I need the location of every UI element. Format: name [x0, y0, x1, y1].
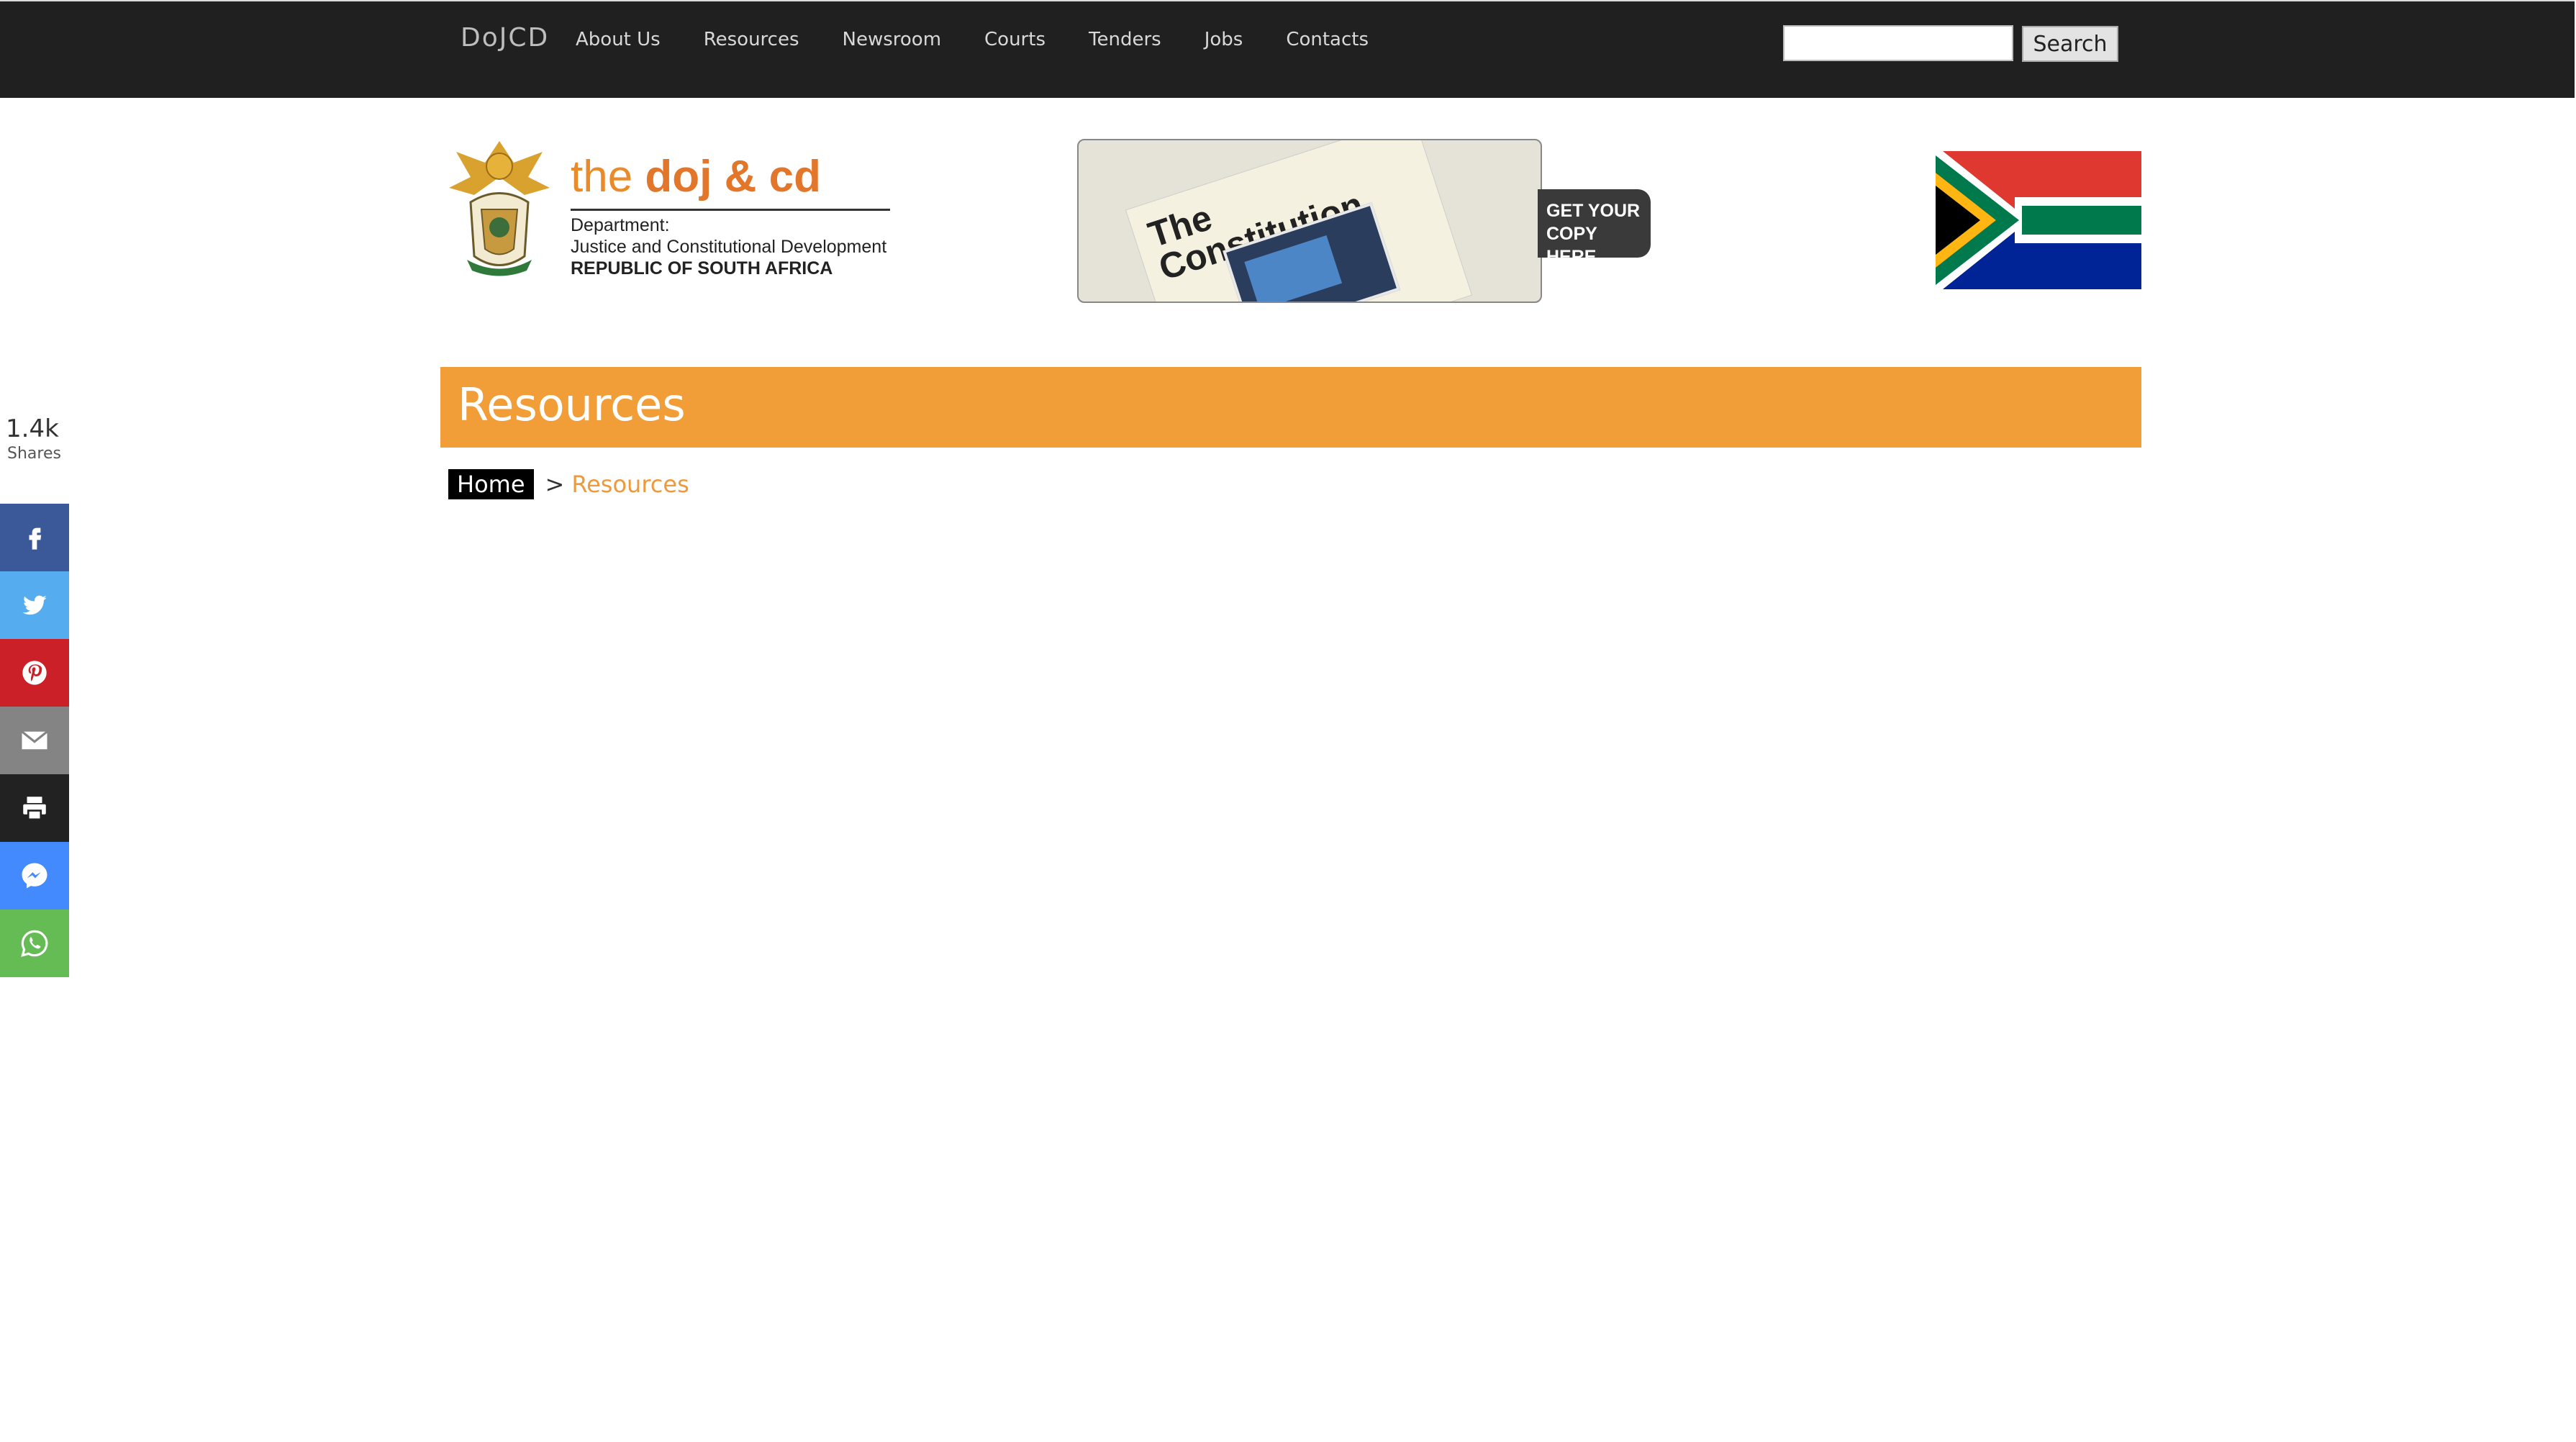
- nav-item-newsroom[interactable]: Newsroom: [843, 29, 942, 50]
- logo-dept-label: Department:: [571, 215, 670, 235]
- main-nav: About Us Resources Newsroom Courts Tende…: [576, 29, 1369, 50]
- nav-item-resources[interactable]: Resources: [704, 29, 799, 50]
- constitution-banner[interactable]: The Constitution: [1077, 139, 1542, 303]
- brand-link[interactable]: DoJCD: [461, 23, 549, 53]
- whatsapp-share-button[interactable]: [0, 910, 69, 977]
- banner-cta-line-2: COPY HERE: [1546, 224, 1597, 267]
- nav-item-tenders[interactable]: Tenders: [1089, 29, 1161, 50]
- breadcrumb-current: Resources: [571, 471, 689, 498]
- nav-item-about-us[interactable]: About Us: [576, 29, 661, 50]
- nav-item-jobs[interactable]: Jobs: [1205, 29, 1243, 50]
- twitter-share-button[interactable]: [0, 571, 69, 639]
- facebook-share-button[interactable]: [0, 504, 69, 571]
- share-count: 1.4k: [6, 414, 59, 443]
- nav-item-courts[interactable]: Courts: [984, 29, 1046, 50]
- top-navigation-bar: DoJCD About Us Resources Newsroom Courts…: [0, 0, 2575, 98]
- logo-dept-name: Justice and Constitutional Development: [571, 237, 887, 257]
- logo-the-text: the: [571, 152, 645, 201]
- facebook-icon: [29, 527, 42, 550]
- logo-country: REPUBLIC OF SOUTH AFRICA: [571, 258, 833, 278]
- coat-of-arms-logo[interactable]: [442, 134, 557, 281]
- pinterest-share-button[interactable]: [0, 639, 69, 707]
- search-button[interactable]: Search: [2022, 26, 2118, 62]
- logo-doj-text: doj & cd: [645, 152, 821, 201]
- banner-cta-line-1: GET YOUR: [1546, 201, 1641, 221]
- logo-department-text: Department: Justice and Constitutional D…: [571, 214, 886, 279]
- nav-item-contacts[interactable]: Contacts: [1286, 29, 1369, 50]
- whatsapp-icon: [21, 930, 48, 957]
- logo-wordmark[interactable]: the doj & cd: [571, 151, 821, 202]
- pinterest-icon: [22, 661, 47, 685]
- search-input[interactable]: [1783, 25, 2013, 61]
- twitter-icon: [22, 595, 47, 615]
- south-africa-flag: [1936, 151, 2141, 289]
- email-share-button[interactable]: [0, 707, 69, 774]
- get-copy-button[interactable]: GET YOUR COPY HERE: [1538, 189, 1651, 267]
- logo-divider: [571, 209, 890, 211]
- email-icon: [21, 730, 48, 750]
- constitution-book-image: The Constitution: [1125, 140, 1473, 301]
- print-share-button[interactable]: [0, 774, 69, 842]
- page-title: Resources: [458, 378, 686, 431]
- breadcrumb-separator: >: [545, 471, 565, 498]
- breadcrumb-home[interactable]: Home: [448, 469, 534, 499]
- breadcrumb: Home > Resources: [448, 469, 689, 499]
- messenger-icon: [22, 863, 47, 889]
- print-icon: [23, 797, 46, 821]
- page-heading-bar: Resources: [440, 367, 2141, 448]
- share-label: Shares: [7, 445, 61, 463]
- messenger-share-button[interactable]: [0, 842, 69, 910]
